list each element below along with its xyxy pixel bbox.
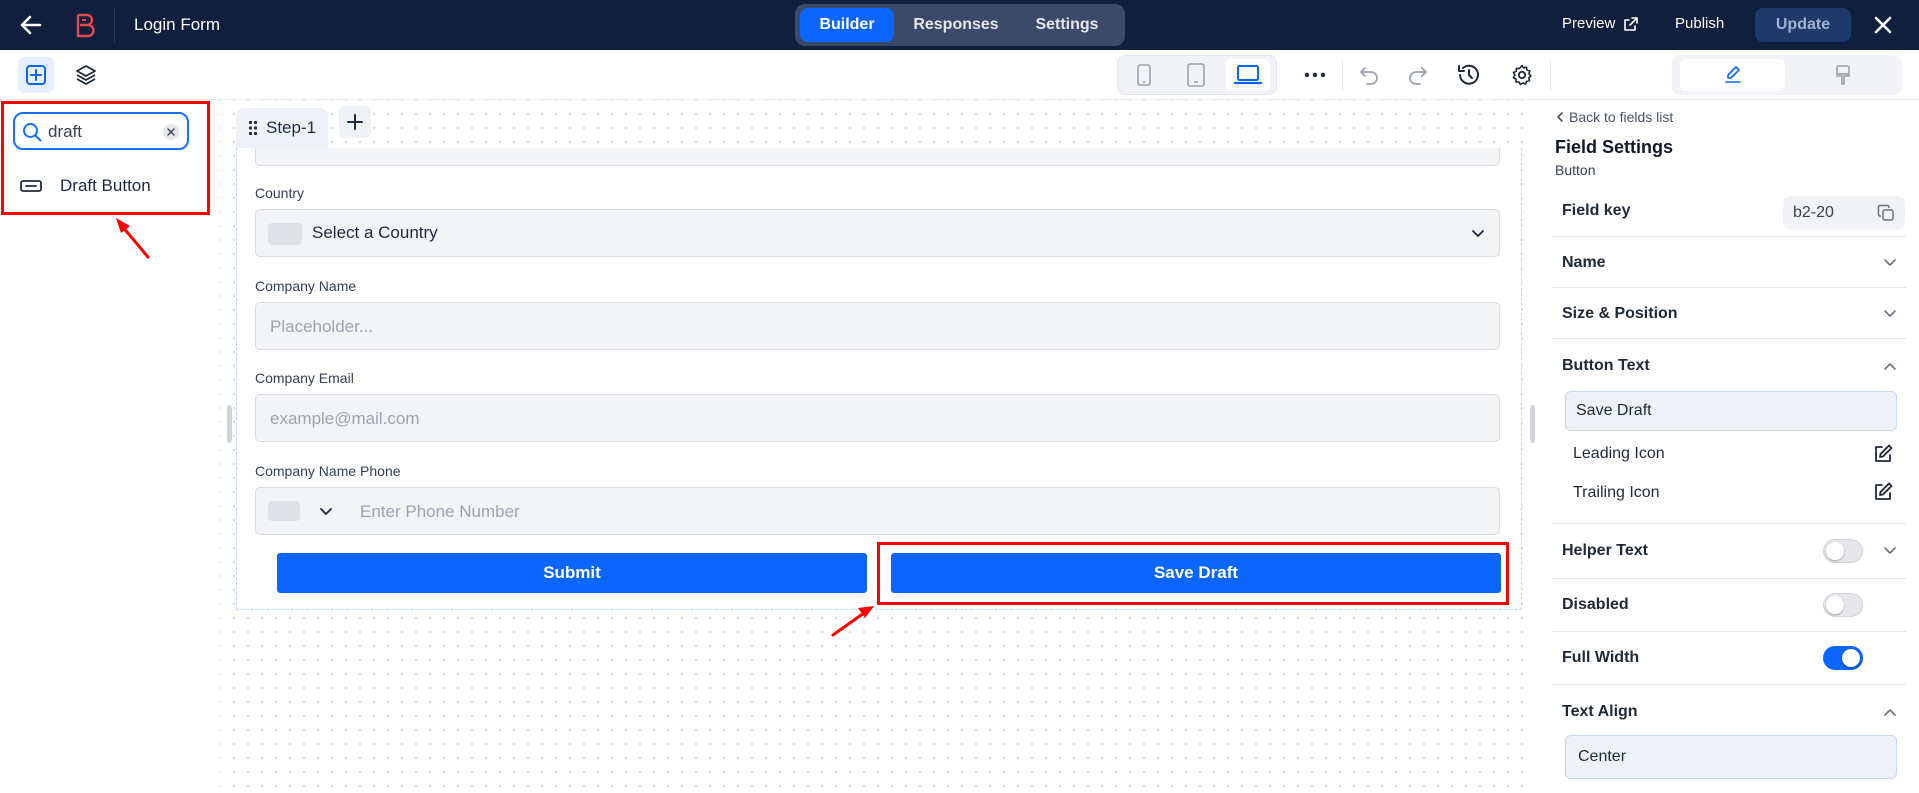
history-icon[interactable] [1451, 57, 1487, 93]
drag-handle-icon[interactable] [248, 120, 258, 136]
desktop-icon[interactable] [1226, 59, 1270, 91]
field-key-box: b2-20 [1783, 196, 1905, 230]
add-step-icon[interactable] [339, 106, 371, 138]
name-section[interactable]: Name [1551, 237, 1906, 288]
tab-responses[interactable]: Responses [903, 8, 1009, 42]
field-label-company-phone: Company Name Phone [255, 463, 401, 479]
disabled-toggle[interactable] [1823, 593, 1863, 617]
full-width-label: Full Width [1562, 649, 1640, 666]
leading-icon-edit-icon[interactable] [1872, 443, 1894, 465]
form-title: Login Form [134, 15, 220, 34]
resize-handle-left[interactable] [227, 405, 232, 443]
chevron-down-icon[interactable] [319, 507, 333, 517]
copy-icon[interactable] [1877, 204, 1895, 222]
chevron-up-icon[interactable] [1882, 704, 1898, 720]
chevron-down-icon[interactable] [1882, 255, 1898, 271]
country-select-value: Select a Country [312, 223, 438, 242]
trailing-icon-label: Trailing Icon [1573, 484, 1660, 501]
resize-handle-right[interactable] [1530, 405, 1535, 443]
trailing-icon-edit-icon[interactable] [1872, 481, 1894, 503]
step-tab[interactable]: Step-1 [236, 108, 328, 148]
form-step-content: Country Select a Country Company Name Pl… [236, 148, 1522, 610]
flag-placeholder [268, 223, 302, 245]
settings-gear-icon[interactable] [1504, 57, 1540, 93]
company-email-placeholder: example@mail.com [270, 409, 420, 428]
more-icon[interactable] [1297, 57, 1333, 93]
button-text-label: Button Text [1562, 357, 1650, 374]
undo-icon[interactable] [1351, 57, 1387, 93]
company-name-placeholder: Placeholder... [270, 317, 374, 336]
back-link-label: Back to fields list [1569, 109, 1674, 125]
text-align-select[interactable]: Center [1565, 735, 1897, 779]
field-label-company-name: Company Name [255, 278, 357, 294]
form-field-partial[interactable] [255, 148, 1500, 166]
chevron-down-icon[interactable] [1882, 306, 1898, 322]
disabled-label: Disabled [1562, 596, 1629, 613]
main-tabs: Builder Responses Settings [795, 4, 1125, 46]
builder-toolbar [0, 50, 1919, 100]
flag-placeholder [268, 501, 300, 521]
highlight-box-save-draft [877, 542, 1509, 605]
text-align-label: Text Align [1562, 703, 1638, 720]
name-section-label: Name [1562, 254, 1606, 271]
full-width-toggle[interactable] [1823, 646, 1863, 670]
field-type-label: Button [1555, 162, 1596, 178]
add-field-icon[interactable] [18, 57, 54, 93]
back-arrow-icon[interactable] [18, 12, 44, 38]
size-position-section[interactable]: Size & Position [1551, 288, 1906, 339]
brand-logo-icon [73, 12, 99, 38]
company-phone-input[interactable]: Enter Phone Number [255, 487, 1500, 535]
helper-text-label: Helper Text [1562, 542, 1648, 559]
field-label-company-email: Company Email [255, 370, 354, 386]
tab-settings[interactable]: Settings [1017, 8, 1117, 42]
field-key-label: Field key [1562, 202, 1631, 219]
tab-builder[interactable]: Builder [800, 8, 894, 42]
tablet-icon[interactable] [1174, 59, 1218, 91]
size-position-label: Size & Position [1562, 305, 1678, 322]
top-bar: Login Form Builder Responses Settings Pr… [0, 0, 1919, 50]
leading-icon-label: Leading Icon [1573, 445, 1665, 462]
company-phone-placeholder: Enter Phone Number [360, 502, 520, 521]
field-key-value: b2-20 [1793, 204, 1834, 221]
chevron-left-icon [1557, 112, 1563, 122]
country-select[interactable]: Select a Country [255, 209, 1500, 257]
company-name-input[interactable]: Placeholder... [255, 302, 1500, 350]
back-to-fields-link[interactable]: Back to fields list [1555, 109, 1673, 125]
annotation-arrow-icon [831, 606, 874, 637]
field-key-row: Field key b2-20 [1551, 187, 1906, 237]
edit-mode-icon[interactable] [1680, 59, 1785, 91]
helper-text-toggle[interactable] [1823, 539, 1863, 563]
field-label-country: Country [255, 185, 305, 201]
toolbar-divider [1342, 60, 1343, 90]
publish-button[interactable]: Publish [1675, 15, 1724, 32]
style-brush-icon[interactable] [1790, 59, 1895, 91]
mode-toggle [1672, 55, 1902, 95]
company-email-input[interactable]: example@mail.com [255, 394, 1500, 442]
topbar-divider [114, 8, 115, 42]
redo-icon[interactable] [1400, 57, 1436, 93]
chevron-down-icon[interactable] [1882, 543, 1898, 559]
full-width-section: Full Width [1551, 632, 1906, 685]
annotation-arrow-icon [116, 218, 150, 259]
disabled-section: Disabled [1551, 579, 1906, 632]
update-button[interactable]: Update [1755, 8, 1851, 42]
device-switcher [1117, 55, 1277, 95]
preview-link[interactable]: Preview [1562, 15, 1615, 32]
button-text-input[interactable]: Save Draft [1565, 391, 1897, 431]
mobile-icon[interactable] [1122, 59, 1166, 91]
toolbar-divider [1550, 60, 1551, 90]
helper-text-section: Helper Text [1551, 524, 1906, 579]
external-link-icon[interactable] [1623, 16, 1639, 32]
text-align-value: Center [1578, 748, 1627, 765]
highlight-box-search [1, 101, 210, 215]
close-icon[interactable] [1872, 14, 1894, 36]
field-settings-title: Field Settings [1555, 137, 1674, 157]
chevron-up-icon[interactable] [1882, 358, 1898, 374]
chevron-down-icon [1472, 230, 1484, 237]
layers-icon[interactable] [68, 57, 104, 93]
submit-button[interactable]: Submit [277, 553, 867, 593]
step-label: Step-1 [266, 118, 317, 137]
